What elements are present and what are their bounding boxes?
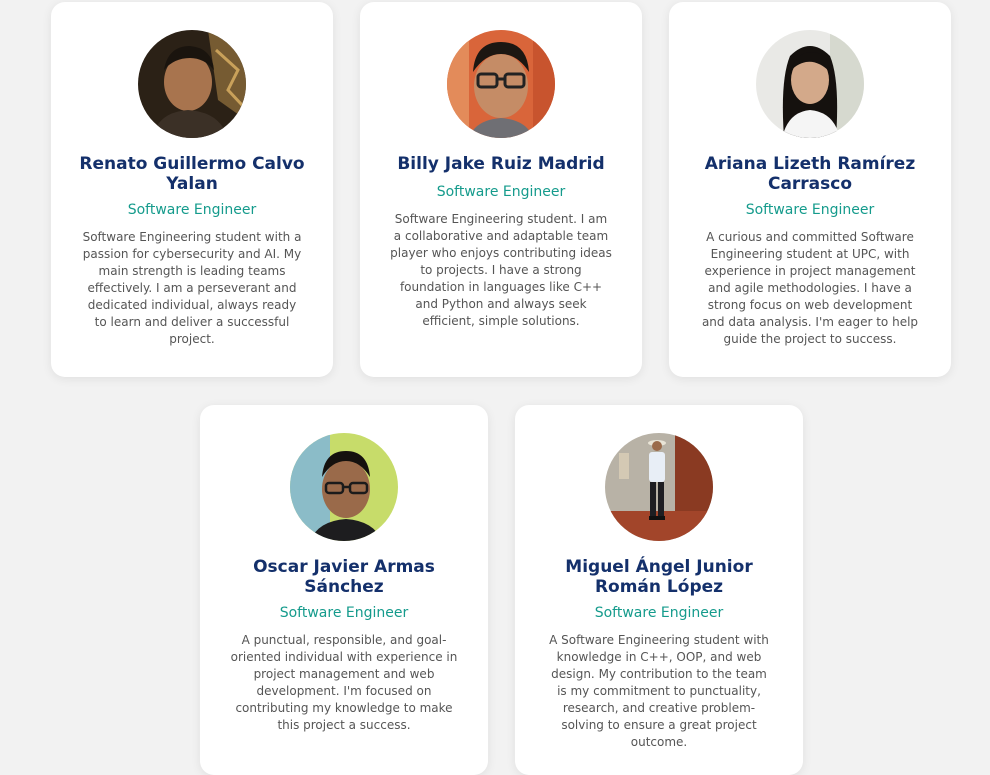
- member-bio: Software Engineering student. I am a col…: [390, 212, 612, 328]
- member-name: Billy Jake Ruiz Madrid: [397, 154, 605, 174]
- member-bio: Software Engineering student with a pass…: [82, 230, 302, 346]
- member-role: Software Engineer: [436, 184, 566, 200]
- profile-photo: [756, 30, 864, 138]
- member-name: Miguel Ángel Junior Román López: [565, 557, 753, 597]
- member-bio: A punctual, responsible, and goal-orient…: [230, 633, 458, 732]
- profile-photo: [447, 30, 555, 138]
- team-member-card: Oscar Javier Armas Sánchez Software Engi…: [200, 405, 488, 775]
- member-role: Software Engineer: [745, 202, 875, 218]
- profile-photo: [138, 30, 246, 138]
- team-member-card: Miguel Ángel Junior Román López Software…: [515, 405, 803, 775]
- team-member-card: Ariana Lizeth Ramírez Carrasco Software …: [669, 2, 951, 377]
- member-name: Renato Guillermo Calvo Yalan: [79, 154, 305, 194]
- member-name: Ariana Lizeth Ramírez Carrasco: [704, 154, 916, 194]
- member-role: Software Engineer: [594, 605, 724, 621]
- team-member-card: Renato Guillermo Calvo Yalan Software En…: [51, 2, 333, 377]
- member-role: Software Engineer: [127, 202, 257, 218]
- team-member-card: Billy Jake Ruiz Madrid Software Engineer…: [360, 2, 642, 377]
- profile-photo: [290, 433, 398, 541]
- member-bio: A curious and committed Software Enginee…: [701, 230, 919, 346]
- profile-photo: [605, 433, 713, 541]
- member-bio: A Software Engineering student with know…: [549, 633, 769, 749]
- member-role: Software Engineer: [279, 605, 409, 621]
- member-name: Oscar Javier Armas Sánchez: [253, 557, 435, 597]
